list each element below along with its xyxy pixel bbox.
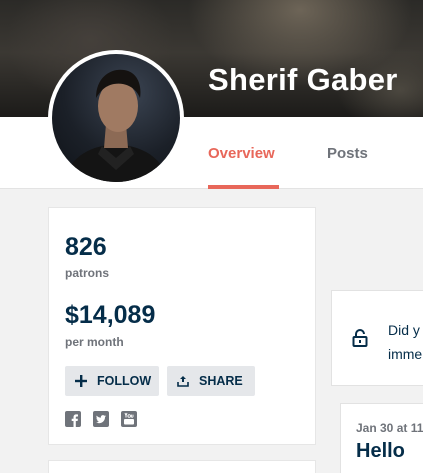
patron-label: patrons <box>65 266 110 280</box>
creator-name: Sherif Gaber <box>208 62 398 97</box>
youtube-icon[interactable] <box>121 411 137 427</box>
tab-overview[interactable]: Overview <box>208 145 275 162</box>
share-button[interactable]: SHARE <box>167 366 255 396</box>
post-card[interactable]: Jan 30 at 11 Hello <box>340 403 423 473</box>
locked-post-line-2: imme <box>388 346 423 362</box>
share-icon <box>177 375 189 387</box>
locked-post-card[interactable]: Did y imme <box>331 290 423 386</box>
post-title[interactable]: Hello <box>356 440 405 463</box>
locked-post-text: Did y imme <box>388 318 422 366</box>
twitter-icon[interactable] <box>93 411 109 427</box>
post-date: Jan 30 at 11 <box>356 421 423 435</box>
facebook-icon[interactable] <box>65 411 81 427</box>
patron-count: 826 <box>65 233 107 261</box>
follow-button[interactable]: FOLLOW <box>65 366 159 396</box>
follow-label: FOLLOW <box>97 374 152 388</box>
avatar-image <box>52 54 180 182</box>
avatar[interactable] <box>48 50 184 186</box>
active-tab-indicator <box>208 185 279 189</box>
unlock-icon <box>352 329 368 347</box>
share-label: SHARE <box>199 374 243 388</box>
plus-icon <box>75 375 87 387</box>
secondary-card <box>48 460 316 473</box>
locked-post-line-1: Did y <box>388 322 420 338</box>
tab-posts[interactable]: Posts <box>327 145 368 162</box>
stats-card: 826 patrons $14,089 per month FOLLOW SHA… <box>48 207 316 445</box>
earnings-label: per month <box>65 335 124 349</box>
earnings-amount: $14,089 <box>65 301 156 329</box>
